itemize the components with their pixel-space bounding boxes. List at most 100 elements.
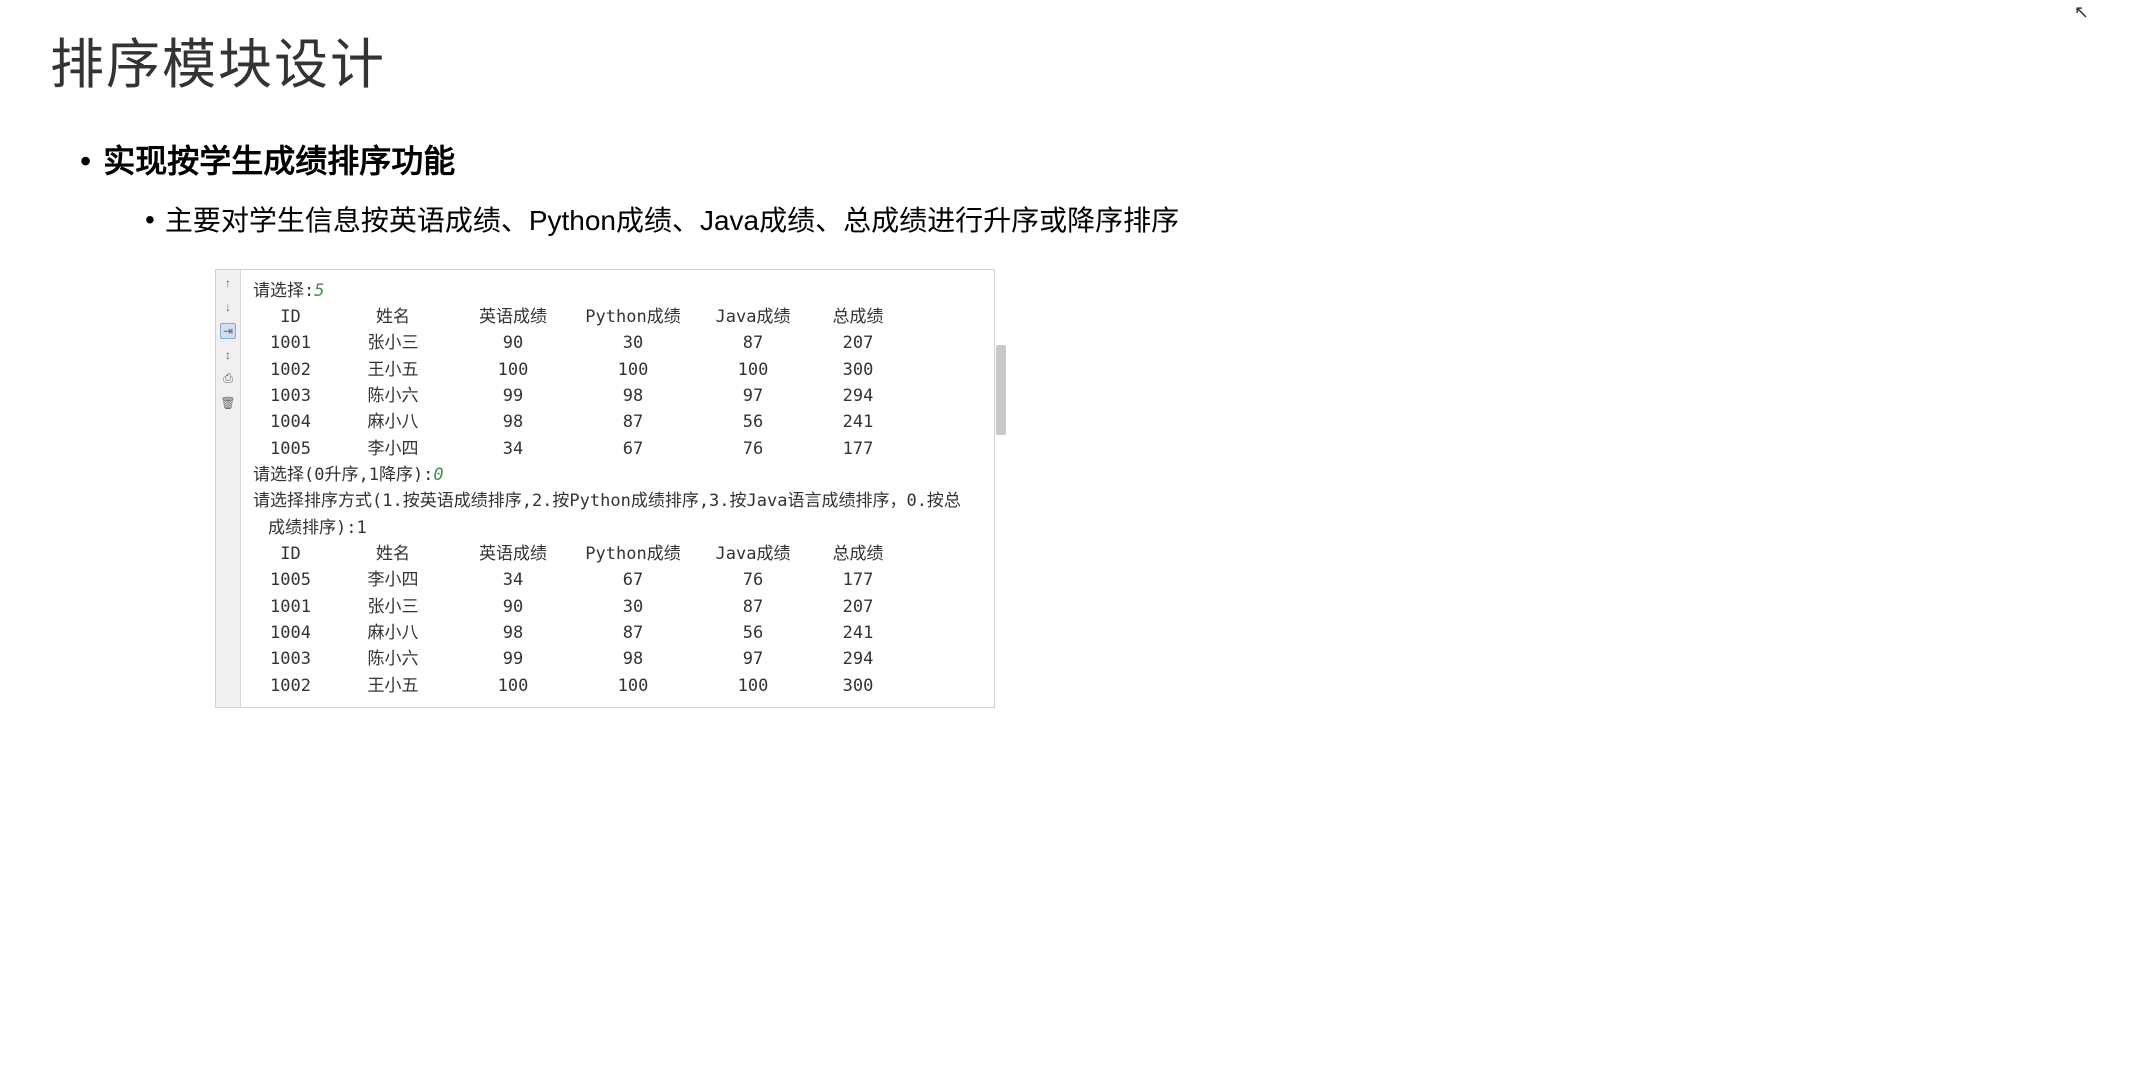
col-header-java: Java成绩 (698, 304, 808, 330)
cell-java: 56 (698, 620, 808, 646)
cell-name: 李小四 (328, 436, 458, 462)
col-header-name: 姓名 (328, 541, 458, 567)
trash-icon[interactable]: 🗑 (220, 395, 236, 411)
table-row: 1003陈小六999897294 (253, 646, 982, 672)
prompt-line: 请选择(0升序,1降序):0 (253, 462, 982, 488)
cell-id: 1002 (253, 357, 328, 383)
prompt-label: 请选择排序方式(1.按英语成绩排序,2.按Python成绩排序,3.按Java语… (253, 491, 961, 511)
cell-total: 294 (808, 646, 908, 672)
cell-total: 177 (808, 436, 908, 462)
col-header-py: Python成绩 (568, 541, 698, 567)
cell-py: 30 (568, 330, 698, 356)
cell-eng: 98 (458, 409, 568, 435)
cell-py: 100 (568, 673, 698, 699)
prompt-continuation: 成绩排序):1 (253, 515, 982, 541)
cell-java: 76 (698, 436, 808, 462)
cell-total: 241 (808, 620, 908, 646)
col-header-total: 总成绩 (808, 304, 908, 330)
cell-java: 100 (698, 357, 808, 383)
cell-name: 陈小六 (328, 646, 458, 672)
table-row: 1001张小三903087207 (253, 594, 982, 620)
table-header: ID 姓名 英语成绩 Python成绩 Java成绩 总成绩 (253, 304, 982, 330)
col-header-name: 姓名 (328, 304, 458, 330)
cell-java: 97 (698, 383, 808, 409)
cell-id: 1001 (253, 594, 328, 620)
prompt-line: 请选择排序方式(1.按英语成绩排序,2.按Python成绩排序,3.按Java语… (253, 488, 982, 514)
table-header: ID 姓名 英语成绩 Python成绩 Java成绩 总成绩 (253, 541, 982, 567)
cell-py: 98 (568, 383, 698, 409)
col-header-id: ID (253, 304, 328, 330)
slide-title: 排序模块设计 (50, 20, 2099, 99)
cell-eng: 100 (458, 357, 568, 383)
cell-py: 100 (568, 357, 698, 383)
cell-java: 100 (698, 673, 808, 699)
user-input: 5 (314, 281, 324, 301)
cell-id: 1003 (253, 646, 328, 672)
cell-id: 1003 (253, 383, 328, 409)
cell-total: 241 (808, 409, 908, 435)
console-output: 请选择:5 ID 姓名 英语成绩 Python成绩 Java成绩 总成绩 100… (241, 270, 994, 708)
table-row: 1003陈小六999897294 (253, 383, 982, 409)
prompt-line: 请选择:5 (253, 278, 982, 304)
scroll-icon[interactable]: ↕ (220, 347, 236, 363)
cell-java: 56 (698, 409, 808, 435)
user-input: 1 (356, 518, 366, 538)
scrollbar-thumb[interactable] (996, 345, 1006, 435)
cell-id: 1005 (253, 567, 328, 593)
cell-total: 177 (808, 567, 908, 593)
cell-py: 87 (568, 620, 698, 646)
cell-java: 87 (698, 594, 808, 620)
table-row: 1002王小五100100100300 (253, 357, 982, 383)
cell-total: 300 (808, 673, 908, 699)
user-input: 0 (433, 465, 443, 485)
cell-total: 294 (808, 383, 908, 409)
console-panel: ↑ ↓ ⇥ ↕ ⎙ 🗑 请选择:5 ID 姓名 英语成绩 Python成绩 Ja… (215, 269, 995, 709)
cell-eng: 34 (458, 436, 568, 462)
cell-name: 李小四 (328, 567, 458, 593)
cell-py: 67 (568, 436, 698, 462)
table-row: 1004麻小八988756241 (253, 409, 982, 435)
col-header-java: Java成绩 (698, 541, 808, 567)
cell-id: 1001 (253, 330, 328, 356)
bullet-main: • 实现按学生成绩排序功能 (80, 139, 2099, 184)
table-row: 1005李小四346776177 (253, 567, 982, 593)
table-row: 1002王小五100100100300 (253, 673, 982, 699)
cell-name: 麻小八 (328, 620, 458, 646)
cell-id: 1004 (253, 620, 328, 646)
wrap-icon[interactable]: ⇥ (220, 323, 236, 339)
table-row: 1004麻小八988756241 (253, 620, 982, 646)
arrow-down-icon[interactable]: ↓ (220, 299, 236, 315)
prompt-label: 请选择(0升序,1降序): (253, 465, 433, 485)
cell-total: 207 (808, 594, 908, 620)
print-icon[interactable]: ⎙ (220, 371, 236, 387)
bullet-dot: • (145, 199, 155, 241)
cell-py: 87 (568, 409, 698, 435)
arrow-up-icon[interactable]: ↑ (220, 275, 236, 291)
cell-id: 1004 (253, 409, 328, 435)
cell-eng: 90 (458, 594, 568, 620)
cell-eng: 99 (458, 646, 568, 672)
table-row: 1001张小三903087207 (253, 330, 982, 356)
bullet-sub: • 主要对学生信息按英语成绩、Python成绩、Java成绩、总成绩进行升序或降… (145, 199, 1465, 244)
col-header-py: Python成绩 (568, 304, 698, 330)
col-header-eng: 英语成绩 (458, 541, 568, 567)
cursor-icon: ↖ (2074, 2, 2089, 23)
cell-id: 1002 (253, 673, 328, 699)
col-header-id: ID (253, 541, 328, 567)
cell-py: 30 (568, 594, 698, 620)
col-header-eng: 英语成绩 (458, 304, 568, 330)
cell-py: 67 (568, 567, 698, 593)
cell-name: 张小三 (328, 594, 458, 620)
cell-eng: 100 (458, 673, 568, 699)
cell-java: 97 (698, 646, 808, 672)
cell-eng: 90 (458, 330, 568, 356)
prompt-label: 请选择: (253, 281, 314, 301)
cell-name: 王小五 (328, 673, 458, 699)
cell-eng: 99 (458, 383, 568, 409)
bullet-dot: • (80, 139, 91, 184)
cell-name: 王小五 (328, 357, 458, 383)
cell-name: 陈小六 (328, 383, 458, 409)
cell-name: 张小三 (328, 330, 458, 356)
cell-py: 98 (568, 646, 698, 672)
cell-name: 麻小八 (328, 409, 458, 435)
